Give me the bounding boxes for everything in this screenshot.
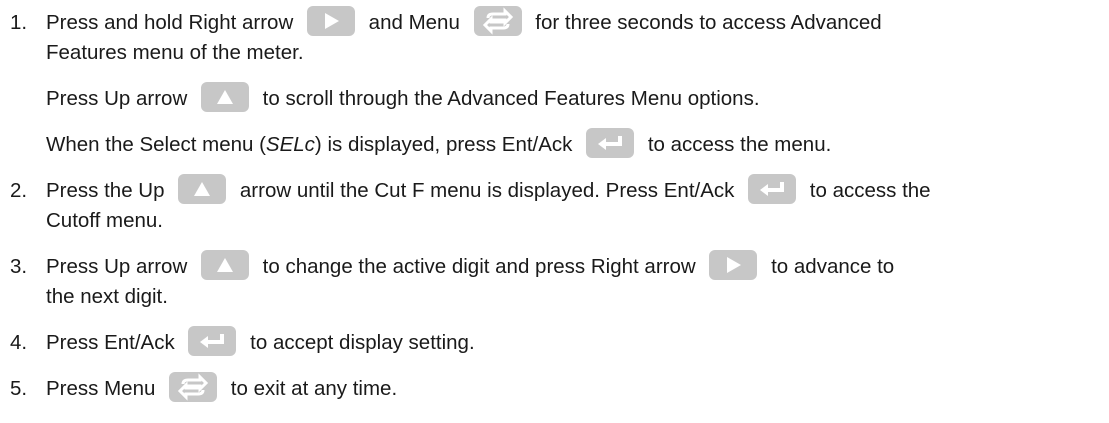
step-number: 5. <box>10 377 28 400</box>
instruction-list: 1. Press and hold Right arrow and Menu f… <box>0 0 1109 423</box>
step-number: 2. <box>10 179 28 202</box>
up-arrow-key-icon <box>178 173 227 204</box>
menu-key-icon <box>169 371 218 402</box>
enter-ack-key-icon <box>586 127 635 158</box>
menu-key-icon <box>473 5 522 36</box>
up-arrow-key-icon <box>200 81 249 112</box>
step-number: 4. <box>10 331 28 354</box>
right-arrow-key-icon <box>306 5 355 36</box>
enter-ack-key-icon <box>188 325 237 356</box>
step-number: 1. <box>10 11 28 34</box>
up-arrow-key-icon <box>200 249 249 280</box>
step-number: 3. <box>10 255 28 278</box>
right-arrow-key-icon <box>709 249 758 280</box>
enter-ack-key-icon <box>748 173 797 204</box>
